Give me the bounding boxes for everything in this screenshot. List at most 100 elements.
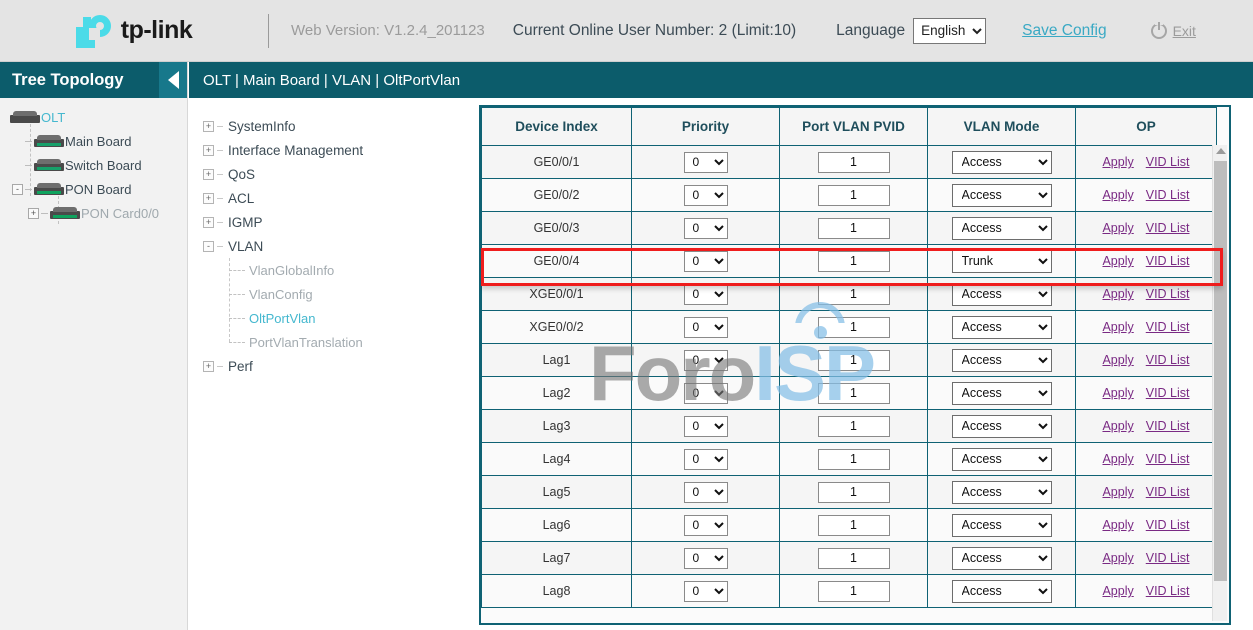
apply-link[interactable]: Apply xyxy=(1102,551,1133,565)
priority-select[interactable]: 01234567 xyxy=(684,284,728,305)
pvid-input[interactable] xyxy=(818,185,890,206)
vid-list-link[interactable]: VID List xyxy=(1146,485,1190,499)
pvid-input[interactable] xyxy=(818,350,890,371)
nav-item-qos[interactable]: +QoS xyxy=(189,162,469,186)
priority-select[interactable]: 01234567 xyxy=(684,317,728,338)
collapse-sidebar-button[interactable] xyxy=(159,62,187,98)
apply-link[interactable]: Apply xyxy=(1102,518,1133,532)
priority-select[interactable]: 01234567 xyxy=(684,350,728,371)
vlan-mode-select[interactable]: AccessTrunkHybrid xyxy=(952,151,1052,174)
tree-node-pon-card[interactable]: + PON Card0/0 xyxy=(0,201,187,225)
tree-node-switch-board[interactable]: Switch Board xyxy=(0,153,187,177)
nav-expander-toggle[interactable]: + xyxy=(203,217,214,228)
priority-select[interactable]: 01234567 xyxy=(684,416,728,437)
apply-link[interactable]: Apply xyxy=(1102,485,1133,499)
table-scrollbar[interactable] xyxy=(1212,145,1227,621)
apply-link[interactable]: Apply xyxy=(1102,353,1133,367)
pvid-input[interactable] xyxy=(818,581,890,602)
tree-node-main-board[interactable]: Main Board xyxy=(0,129,187,153)
priority-select[interactable]: 01234567 xyxy=(684,251,728,272)
vid-list-link[interactable]: VID List xyxy=(1146,287,1190,301)
vlan-mode-select[interactable]: AccessTrunkHybrid xyxy=(952,481,1052,504)
nav-expander-toggle[interactable]: + xyxy=(203,193,214,204)
vid-list-link[interactable]: VID List xyxy=(1146,419,1190,433)
pvid-input[interactable] xyxy=(818,416,890,437)
nav-expander-toggle[interactable]: + xyxy=(203,361,214,372)
nav-expander-toggle[interactable]: + xyxy=(203,145,214,156)
tree-expander-toggle[interactable]: - xyxy=(12,184,23,195)
apply-link[interactable]: Apply xyxy=(1102,254,1133,268)
tree-expander-toggle[interactable]: + xyxy=(28,208,39,219)
nav-subitem-vlanglobalinfo[interactable]: VlanGlobalInfo xyxy=(189,258,469,282)
priority-select[interactable]: 01234567 xyxy=(684,515,728,536)
pvid-input[interactable] xyxy=(818,218,890,239)
apply-link[interactable]: Apply xyxy=(1102,188,1133,202)
nav-item-acl[interactable]: +ACL xyxy=(189,186,469,210)
nav-expander-toggle[interactable]: + xyxy=(203,169,214,180)
priority-select[interactable]: 01234567 xyxy=(684,581,728,602)
priority-select[interactable]: 01234567 xyxy=(684,218,728,239)
nav-item-systeminfo[interactable]: +SystemInfo xyxy=(189,114,469,138)
nav-item-perf[interactable]: +Perf xyxy=(189,354,469,378)
vlan-mode-select[interactable]: AccessTrunkHybrid xyxy=(952,448,1052,471)
vlan-mode-select[interactable]: AccessTrunkHybrid xyxy=(952,415,1052,438)
vlan-mode-select[interactable]: AccessTrunkHybrid xyxy=(952,382,1052,405)
vlan-mode-select[interactable]: AccessTrunkHybrid xyxy=(952,349,1052,372)
nav-expander-toggle[interactable]: - xyxy=(203,241,214,252)
vid-list-link[interactable]: VID List xyxy=(1146,254,1190,268)
nav-item-igmp[interactable]: +IGMP xyxy=(189,210,469,234)
vlan-mode-select[interactable]: AccessTrunkHybrid xyxy=(952,580,1052,603)
apply-link[interactable]: Apply xyxy=(1102,221,1133,235)
priority-select[interactable]: 01234567 xyxy=(684,152,728,173)
vid-list-link[interactable]: VID List xyxy=(1146,584,1190,598)
priority-select[interactable]: 01234567 xyxy=(684,185,728,206)
language-select[interactable]: English中文 xyxy=(913,18,986,44)
nav-item-interface-management[interactable]: +Interface Management xyxy=(189,138,469,162)
nav-subitem-vlanconfig[interactable]: VlanConfig xyxy=(189,282,469,306)
vid-list-link[interactable]: VID List xyxy=(1146,188,1190,202)
vlan-mode-select[interactable]: AccessTrunkHybrid xyxy=(952,316,1052,339)
apply-link[interactable]: Apply xyxy=(1102,386,1133,400)
pvid-input[interactable] xyxy=(818,284,890,305)
priority-select[interactable]: 01234567 xyxy=(684,383,728,404)
nav-item-vlan[interactable]: -VLAN xyxy=(189,234,469,258)
apply-link[interactable]: Apply xyxy=(1102,155,1133,169)
apply-link[interactable]: Apply xyxy=(1102,287,1133,301)
tree-node-pon-board[interactable]: - PON Board xyxy=(0,177,187,201)
pvid-input[interactable] xyxy=(818,251,890,272)
vlan-mode-select[interactable]: AccessTrunkHybrid xyxy=(952,514,1052,537)
pvid-input[interactable] xyxy=(818,449,890,470)
pvid-input[interactable] xyxy=(818,515,890,536)
pvid-input[interactable] xyxy=(818,383,890,404)
apply-link[interactable]: Apply xyxy=(1102,320,1133,334)
priority-select[interactable]: 01234567 xyxy=(684,482,728,503)
pvid-input[interactable] xyxy=(818,482,890,503)
priority-select[interactable]: 01234567 xyxy=(684,449,728,470)
vlan-mode-select[interactable]: AccessTrunkHybrid xyxy=(952,547,1052,570)
apply-link[interactable]: Apply xyxy=(1102,452,1133,466)
nav-expander-toggle[interactable]: + xyxy=(203,121,214,132)
exit-button[interactable]: Exit xyxy=(1151,23,1196,39)
nav-subitem-portvlantranslation[interactable]: PortVlanTranslation xyxy=(189,330,469,354)
scrollbar-thumb[interactable] xyxy=(1214,161,1227,581)
vid-list-link[interactable]: VID List xyxy=(1146,221,1190,235)
pvid-input[interactable] xyxy=(818,548,890,569)
vid-list-link[interactable]: VID List xyxy=(1146,386,1190,400)
vid-list-link[interactable]: VID List xyxy=(1146,551,1190,565)
vid-list-link[interactable]: VID List xyxy=(1146,518,1190,532)
save-config-link[interactable]: Save Config xyxy=(1022,22,1106,40)
pvid-input[interactable] xyxy=(818,152,890,173)
tree-node-olt[interactable]: OLT xyxy=(0,105,187,129)
apply-link[interactable]: Apply xyxy=(1102,584,1133,598)
nav-subitem-oltportvlan[interactable]: OltPortVlan xyxy=(189,306,469,330)
vid-list-link[interactable]: VID List xyxy=(1146,320,1190,334)
vlan-mode-select[interactable]: AccessTrunkHybrid xyxy=(952,250,1052,273)
priority-select[interactable]: 01234567 xyxy=(684,548,728,569)
vlan-mode-select[interactable]: AccessTrunkHybrid xyxy=(952,184,1052,207)
vlan-mode-select[interactable]: AccessTrunkHybrid xyxy=(952,217,1052,240)
vlan-mode-select[interactable]: AccessTrunkHybrid xyxy=(952,283,1052,306)
pvid-input[interactable] xyxy=(818,317,890,338)
vid-list-link[interactable]: VID List xyxy=(1146,452,1190,466)
vid-list-link[interactable]: VID List xyxy=(1146,353,1190,367)
apply-link[interactable]: Apply xyxy=(1102,419,1133,433)
